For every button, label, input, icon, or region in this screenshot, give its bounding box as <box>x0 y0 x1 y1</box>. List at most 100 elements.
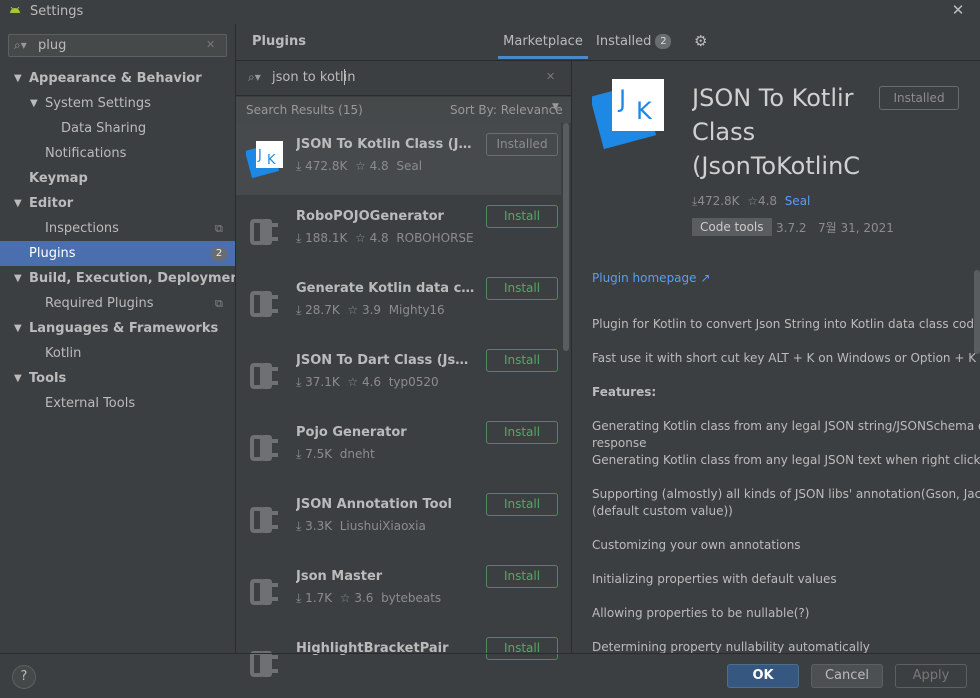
sidebar-item-label: Languages & Frameworks <box>29 321 219 336</box>
expand-arrow-icon[interactable]: ▼ <box>14 191 22 216</box>
vendor-link[interactable]: Seal <box>785 194 811 208</box>
close-icon[interactable]: ✕ <box>950 1 966 21</box>
category-tag[interactable]: Code tools <box>692 218 772 236</box>
sidebar-item-label: Plugins <box>29 246 76 261</box>
install-button[interactable]: Install <box>486 565 558 588</box>
plugin-list-item[interactable]: Json Master ⤓ 1.7K ☆ 3.6 bytebeats Install <box>236 555 561 627</box>
download-count: 1.7K <box>305 591 333 605</box>
sidebar-item-label: Build, Execution, Deployment <box>29 271 246 286</box>
sidebar-item-system-settings[interactable]: ▼ System Settings <box>0 91 235 116</box>
plugin-plug-icon <box>246 283 286 323</box>
sidebar-item-appearance-behavior[interactable]: ▼ Appearance & Behavior <box>0 66 235 91</box>
rating-value: 3.6 <box>354 591 374 605</box>
settings-sidebar: ⌕▾ plug ✕ ▼ Appearance & Behavior ▼ System … <box>0 24 246 653</box>
scrollbar[interactable] <box>974 270 980 354</box>
sidebar-item-inspections[interactable]: Inspections ⧉ <box>0 216 235 241</box>
plugin-name: JSON To Dart Class (JsonToD... <box>296 353 476 368</box>
expand-arrow-icon[interactable]: ▼ <box>14 316 22 341</box>
download-icon: ⤓ <box>296 159 302 173</box>
plugin-plug-icon <box>246 571 286 611</box>
version-number: 3.7.2 <box>776 221 807 235</box>
page-title: Plugins <box>252 34 306 49</box>
plugin-title: JSON To Kotlir Class (JsonToKotlinC <box>692 84 861 180</box>
ok-button[interactable]: OK <box>727 664 799 688</box>
apply-button[interactable]: Apply <box>895 664 967 688</box>
release-date: 7월 31, 2021 <box>818 221 894 235</box>
clear-icon[interactable]: ✕ <box>206 38 215 51</box>
settings-search-input[interactable]: ⌕▾ plug ✕ <box>8 34 227 57</box>
plugin-stats: ⤓472.8K ☆4.8 Seal <box>692 194 810 209</box>
vendor-name: dneht <box>339 447 375 461</box>
sidebar-item-label: Inspections <box>45 221 119 236</box>
settings-search-value: plug <box>38 38 67 53</box>
download-count: 472.8K <box>305 159 348 173</box>
cancel-button[interactable]: Cancel <box>811 664 883 688</box>
install-button[interactable]: Install <box>486 493 558 516</box>
sidebar-item-required-plugins[interactable]: Required Plugins ⧉ <box>0 291 235 316</box>
install-button[interactable]: Install <box>486 277 558 300</box>
sidebar-item-languages-frameworks[interactable]: ▼ Languages & Frameworks <box>0 316 235 341</box>
sidebar-item-notifications[interactable]: Notifications <box>0 141 235 166</box>
sidebar-item-label: Kotlin <box>45 346 82 361</box>
installed-button[interactable]: Installed <box>879 86 959 110</box>
plugin-search-input[interactable]: ⌕▾ json to kotlin ✕ <box>236 61 571 96</box>
sidebar-item-editor[interactable]: ▼ Editor <box>0 191 235 216</box>
tab-installed-label: Installed <box>596 34 652 49</box>
feature-text: Generating Kotlin class from any legal J… <box>592 419 980 433</box>
feature-text: Customizing your own annotations <box>592 538 801 552</box>
sidebar-item-external-tools[interactable]: External Tools <box>0 391 235 416</box>
plugin-name: Json Master <box>296 569 383 584</box>
sidebar-item-kotlin[interactable]: Kotlin <box>0 341 235 366</box>
plugin-meta: ⤓ 37.1K ☆ 4.6 typ0520 <box>296 375 439 390</box>
plugin-list-item[interactable]: Generate Kotlin data classes... ⤓ 28.7K ☆… <box>236 267 561 339</box>
sort-dropdown[interactable]: Sort By: Relevance <box>450 103 563 117</box>
text-cursor <box>344 69 345 85</box>
plugin-list-item[interactable]: Pojo Generator ⤓ 7.5K dneht Install <box>236 411 561 483</box>
sidebar-item-plugins[interactable]: Plugins 2 <box>0 241 235 266</box>
plugin-list-item[interactable]: JK JSON To Kotlin Class (JsonTo... ⤓ 472.8… <box>236 123 561 195</box>
expand-arrow-icon[interactable]: ▼ <box>14 366 22 391</box>
features-heading: Features: <box>592 385 657 399</box>
install-button[interactable]: Install <box>486 421 558 444</box>
expand-arrow-icon[interactable]: ▼ <box>14 66 22 91</box>
clear-icon[interactable]: ✕ <box>546 70 555 83</box>
sidebar-item-data-sharing[interactable]: Data Sharing <box>0 116 235 141</box>
star-icon: ☆ <box>347 303 359 317</box>
rating-value: 4.8 <box>369 231 389 245</box>
help-button[interactable]: ? <box>12 665 36 689</box>
plugin-list-item[interactable]: RoboPOJOGenerator ⤓ 188.1K ☆ 4.8 ROBOHORS… <box>236 195 561 267</box>
plugin-plug-icon <box>246 355 286 395</box>
star-icon: ☆ <box>355 159 366 173</box>
vendor-name: ROBOHORSE <box>396 231 474 245</box>
jk-logo: JK <box>592 79 664 150</box>
expand-arrow-icon[interactable]: ▼ <box>30 91 38 116</box>
sidebar-item-build-execution-deployment[interactable]: ▼ Build, Execution, Deployment <box>0 266 246 291</box>
title-bar: Settings ✕ <box>0 0 980 24</box>
plugin-homepage-link[interactable]: Plugin homepage ↗ <box>592 271 710 285</box>
tab-marketplace[interactable]: Marketplace <box>498 25 588 59</box>
install-button[interactable]: Install <box>486 205 558 228</box>
install-button[interactable]: Install <box>486 637 558 660</box>
sidebar-item-label: Tools <box>29 371 67 386</box>
tab-installed[interactable]: Installed 2 <box>596 25 676 59</box>
android-icon <box>10 6 20 13</box>
install-button[interactable]: Install <box>486 349 558 372</box>
sidebar-item-tools[interactable]: ▼ Tools <box>0 366 235 391</box>
download-count: 7.5K <box>305 447 333 461</box>
plugin-list-item[interactable]: JSON To Dart Class (JsonToD... ⤓ 37.1K ☆ … <box>236 339 561 411</box>
download-count: 37.1K <box>305 375 340 389</box>
copy-icon: ⧉ <box>215 297 223 310</box>
plugin-list-item[interactable]: HighlightBracketPair Install <box>236 627 561 698</box>
search-icon: ⌕▾ <box>14 38 27 52</box>
expand-arrow-icon[interactable]: ▼ <box>14 266 22 291</box>
gear-icon[interactable]: ⚙ <box>694 32 707 50</box>
rating-value: 4.8 <box>757 194 778 208</box>
vendor-name: Seal <box>396 159 423 173</box>
sidebar-item-keymap[interactable]: Keymap <box>0 166 235 191</box>
version-info: 3.7.2 7월 31, 2021 <box>776 219 894 236</box>
chevron-down-icon[interactable]: ▼ <box>552 102 559 112</box>
description-text: Fast use it with short cut key ALT + K o… <box>592 351 980 365</box>
scrollbar[interactable] <box>563 123 569 351</box>
plugin-list-item[interactable]: JSON Annotation Tool ⤓ 3.3K LiushuiXiaoxi… <box>236 483 561 555</box>
installed-button[interactable]: Installed <box>486 133 558 156</box>
